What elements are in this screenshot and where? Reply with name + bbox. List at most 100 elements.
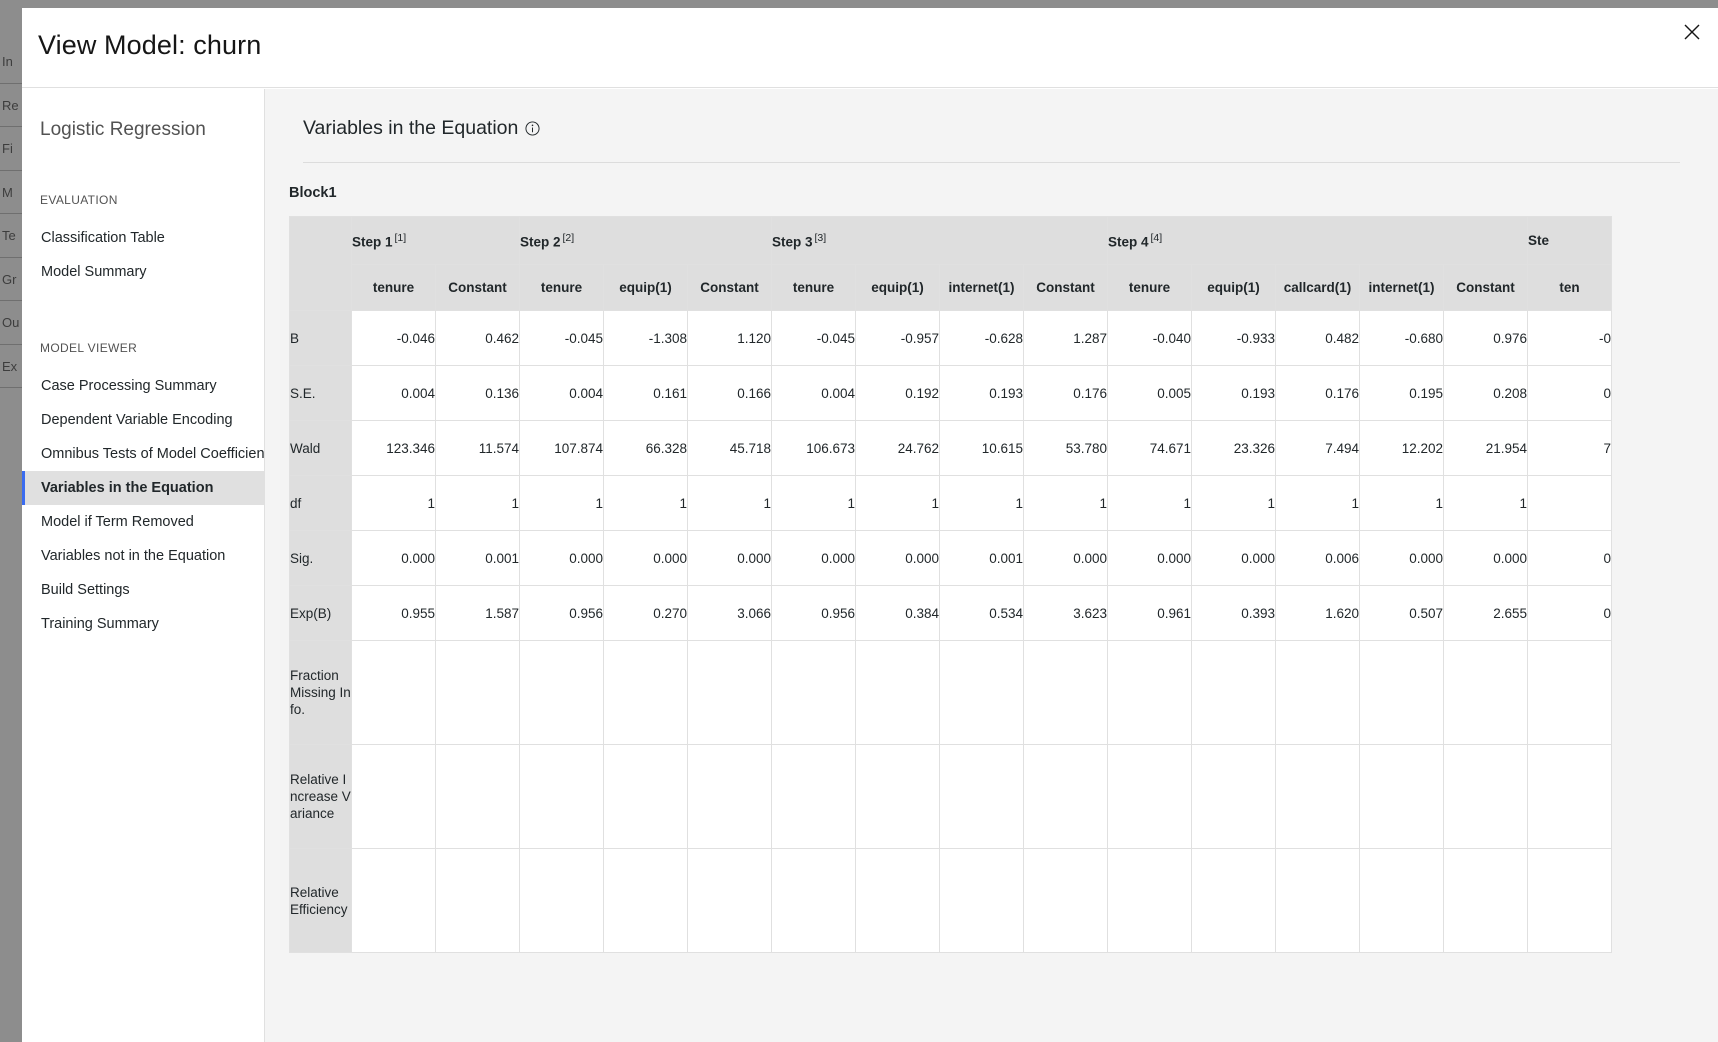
variables-in-equation-table: Step 1 [1] Step 2 [2] Step 3 [3] Step 4 [4] bbox=[289, 216, 1612, 953]
row-label: Exp(B) bbox=[289, 585, 352, 641]
sidebar-item-dependent-variable-encoding[interactable]: Dependent Variable Encoding bbox=[22, 403, 264, 437]
table-cell: 21.954 bbox=[1443, 420, 1528, 476]
block-label: Block1 bbox=[289, 185, 337, 201]
sidebar-item-model-if-term-removed[interactable]: Model if Term Removed bbox=[22, 505, 264, 539]
table-cell: 0.193 bbox=[1191, 365, 1276, 421]
sidebar-item-case-processing-summary[interactable]: Case Processing Summary bbox=[22, 369, 264, 403]
row-label: df bbox=[289, 475, 352, 531]
table-cell bbox=[1443, 848, 1528, 953]
table-cell: 0.482 bbox=[1275, 310, 1360, 366]
table-cell: 1 bbox=[351, 475, 436, 531]
table-cell bbox=[771, 848, 856, 953]
table-cell: 0 bbox=[1527, 530, 1612, 586]
table-cell bbox=[939, 640, 1024, 745]
table-cell bbox=[855, 640, 940, 745]
table-cell: 1 bbox=[939, 475, 1024, 531]
table-cell: 0.000 bbox=[351, 530, 436, 586]
table-cell: 0.001 bbox=[435, 530, 520, 586]
sidebar-item-classification-table[interactable]: Classification Table bbox=[22, 221, 264, 255]
table-body: B -0.046 0.462 -0.045 -1.308 1.120 -0.045 -0.95… bbox=[289, 310, 1612, 953]
table-cell: 45.718 bbox=[687, 420, 772, 476]
background-row: Gr bbox=[0, 258, 22, 301]
table-cell: 0.176 bbox=[1275, 365, 1360, 421]
table-cell: 0.006 bbox=[1275, 530, 1360, 586]
column-header-s4-equip1: equip(1) bbox=[1191, 264, 1276, 311]
table-cell: 7 bbox=[1527, 420, 1612, 476]
sidebar-item-omnibus-tests[interactable]: Omnibus Tests of Model Coefficients bbox=[22, 437, 264, 471]
page-title: View Model: churn bbox=[38, 30, 262, 60]
table-cell: 0 bbox=[1527, 585, 1612, 641]
column-header-s3-equip1: equip(1) bbox=[855, 264, 940, 311]
close-icon[interactable] bbox=[1668, 8, 1716, 56]
step-group-1: Step 1 [1] bbox=[351, 216, 520, 265]
table-cell: 0.001 bbox=[939, 530, 1024, 586]
table-row: Exp(B) 0.955 1.587 0.956 0.270 3.066 0.956 0.38… bbox=[289, 585, 1612, 641]
table-cell: 1 bbox=[603, 475, 688, 531]
table-cell bbox=[771, 640, 856, 745]
sidebar-item-training-summary[interactable]: Training Summary bbox=[22, 607, 264, 641]
table-cell: 0.000 bbox=[1023, 530, 1108, 586]
sidebar: Logistic Regression EVALUATION Classific… bbox=[22, 89, 265, 1042]
table-cell: 12.202 bbox=[1359, 420, 1444, 476]
table-cell: 1 bbox=[1275, 475, 1360, 531]
dialog-body: Logistic Regression EVALUATION Classific… bbox=[22, 89, 1718, 1042]
table-cell: 0.384 bbox=[855, 585, 940, 641]
table-cell bbox=[1359, 640, 1444, 745]
step-group-label: Step 1 bbox=[352, 234, 393, 250]
sidebar-item-variables-in-the-equation[interactable]: Variables in the Equation bbox=[22, 471, 264, 505]
column-header-s5-tenure-partial: ten bbox=[1527, 264, 1612, 311]
table-cell: 0.955 bbox=[351, 585, 436, 641]
table-cell: 1 bbox=[1359, 475, 1444, 531]
table-cell bbox=[855, 848, 940, 953]
table-head: Step 1 [1] Step 2 [2] Step 3 [3] Step 4 [4] bbox=[289, 216, 1612, 311]
column-header-s2-tenure: tenure bbox=[519, 264, 604, 311]
table-cell: -0.046 bbox=[351, 310, 436, 366]
sidebar-item-variables-not-in-the-equation[interactable]: Variables not in the Equation bbox=[22, 539, 264, 573]
table-cell: 0.000 bbox=[519, 530, 604, 586]
sidebar-item-build-settings[interactable]: Build Settings bbox=[22, 573, 264, 607]
sidebar-item-model-summary[interactable]: Model Summary bbox=[22, 255, 264, 289]
step-group-3: Step 3 [3] bbox=[771, 216, 1108, 265]
table-cell: 1.120 bbox=[687, 310, 772, 366]
row-label: Fraction Missing Info. bbox=[289, 640, 352, 745]
table-cell: 0.000 bbox=[603, 530, 688, 586]
table-cell bbox=[1107, 744, 1192, 849]
step-group-label: Ste bbox=[1528, 233, 1550, 248]
table-cell: 24.762 bbox=[855, 420, 940, 476]
table-row: B -0.046 0.462 -0.045 -1.308 1.120 -0.045 -0.95… bbox=[289, 310, 1612, 366]
table-cell bbox=[939, 848, 1024, 953]
step-group-label: Step 2 bbox=[520, 234, 561, 250]
info-icon[interactable] bbox=[525, 121, 540, 136]
table-cell bbox=[351, 744, 436, 849]
table-row: df 1 1 1 1 1 1 1 1 1 1 1 1 1 1 bbox=[289, 475, 1612, 531]
table-scroll-area[interactable]: Step 1 [1] Step 2 [2] Step 3 [3] Step 4 [4] bbox=[289, 216, 1717, 953]
section-title: Variables in the Equation bbox=[303, 117, 519, 139]
column-header-s2-equip1: equip(1) bbox=[603, 264, 688, 311]
sidebar-item-label: Variables not in the Equation bbox=[41, 548, 226, 564]
table-cell bbox=[1023, 848, 1108, 953]
sidebar-item-label: Model if Term Removed bbox=[41, 514, 194, 530]
table-cell: 1 bbox=[519, 475, 604, 531]
table-cell: 0.270 bbox=[603, 585, 688, 641]
sidebar-section-evaluation-label: EVALUATION bbox=[40, 193, 118, 207]
table-cell bbox=[519, 640, 604, 745]
table-cell: 0.393 bbox=[1191, 585, 1276, 641]
step-group-label: Step 4 bbox=[1108, 234, 1149, 250]
table-cell bbox=[1275, 848, 1360, 953]
table-cell: 0.208 bbox=[1443, 365, 1528, 421]
table-cell bbox=[1107, 848, 1192, 953]
table-row: Relative Increase Variance bbox=[289, 744, 1612, 849]
sidebar-item-label: Case Processing Summary bbox=[41, 378, 217, 394]
column-header-s2-constant: Constant bbox=[687, 264, 772, 311]
background-row: M bbox=[0, 171, 22, 214]
step-group-5-partial: Ste bbox=[1527, 216, 1612, 265]
sidebar-item-label: Variables in the Equation bbox=[41, 480, 214, 496]
table-cell bbox=[1359, 744, 1444, 849]
table-cell: 0.000 bbox=[855, 530, 940, 586]
table-cell: 0.192 bbox=[855, 365, 940, 421]
table-cell bbox=[603, 640, 688, 745]
table-cell: 0.161 bbox=[603, 365, 688, 421]
table-cell: -0.628 bbox=[939, 310, 1024, 366]
table-cell: 1 bbox=[855, 475, 940, 531]
table-cell: 66.328 bbox=[603, 420, 688, 476]
